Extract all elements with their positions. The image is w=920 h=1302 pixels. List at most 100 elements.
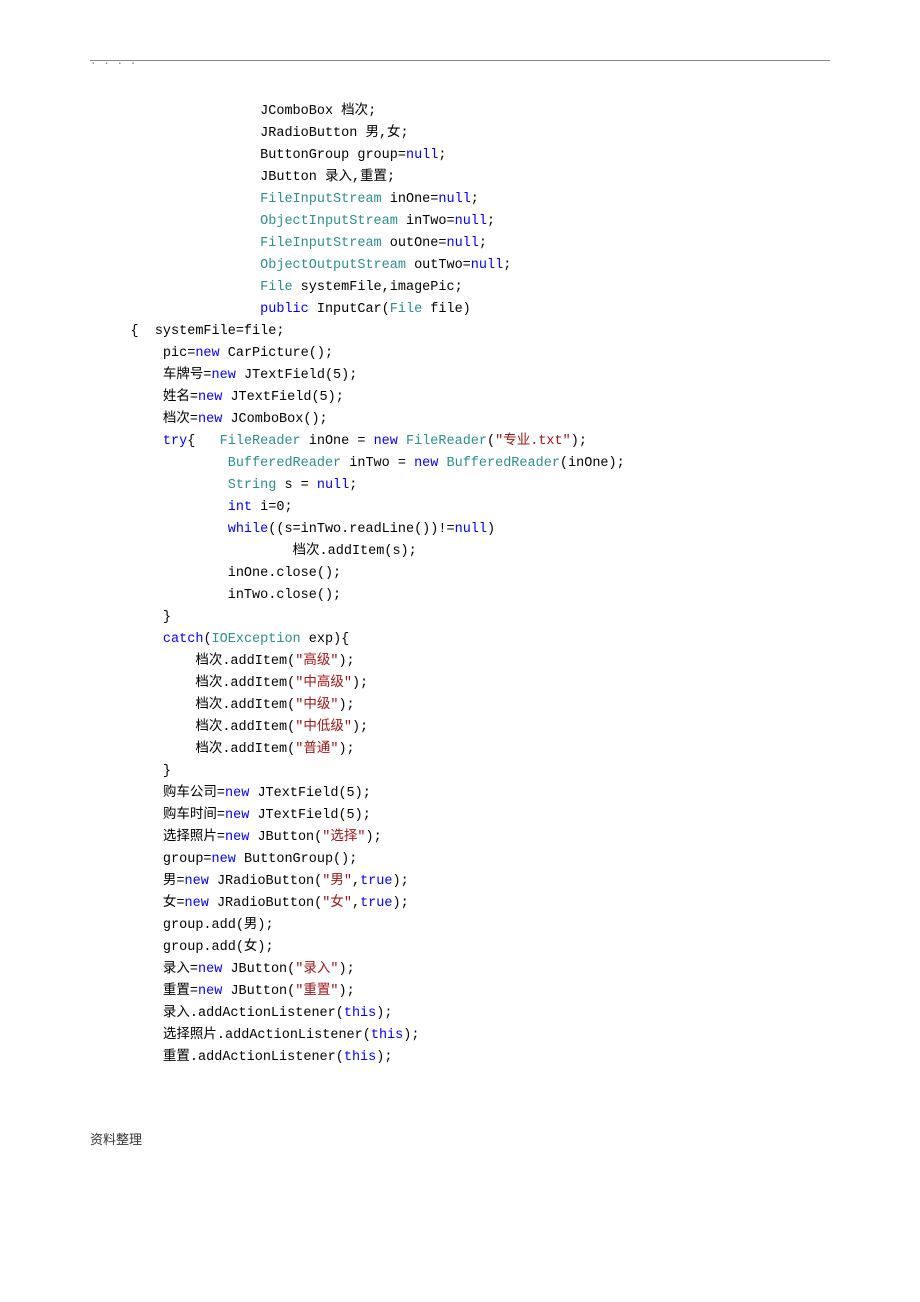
code-line: group=new ButtonGroup(); bbox=[90, 852, 357, 867]
token-type: File bbox=[390, 302, 422, 317]
code-line: BufferedReader inTwo = new BufferedReade… bbox=[90, 456, 625, 471]
code-line: JButton 录入,重置; bbox=[90, 170, 395, 185]
code-line: } bbox=[90, 610, 171, 625]
token: inTwo.close(); bbox=[228, 588, 341, 603]
code-line: JRadioButton 男,女; bbox=[90, 126, 409, 141]
code-line: 姓名=new JTextField(5); bbox=[90, 390, 344, 405]
token: inTwo = bbox=[341, 456, 414, 471]
token: , bbox=[352, 896, 360, 911]
token: JRadioButton( bbox=[209, 896, 322, 911]
token: s = bbox=[276, 478, 317, 493]
token: ); bbox=[376, 1006, 392, 1021]
code-line: { systemFile=file; bbox=[90, 324, 284, 339]
code-line: ObjectInputStream inTwo=null; bbox=[90, 214, 495, 229]
footer-text: 资料整理 bbox=[90, 1129, 830, 1148]
code-line: 档次.addItem("中级"); bbox=[90, 698, 355, 713]
token: outTwo= bbox=[406, 258, 471, 273]
code-block: JComboBox 档次; JRadioButton 男,女; ButtonGr… bbox=[90, 101, 830, 1069]
code-line: 档次.addItem("普通"); bbox=[90, 742, 355, 757]
token-kw: this bbox=[371, 1028, 403, 1043]
token: 档次.addItem( bbox=[195, 720, 295, 735]
code-line: 女=new JRadioButton("女",true); bbox=[90, 896, 409, 911]
token: JButton( bbox=[249, 830, 322, 845]
token-kw: new bbox=[198, 984, 222, 999]
token: ( bbox=[203, 632, 211, 647]
code-line: ObjectOutputStream outTwo=null; bbox=[90, 258, 511, 273]
token-kw: new bbox=[212, 852, 236, 867]
token: , bbox=[352, 874, 360, 889]
token-type: FileReader bbox=[406, 434, 487, 449]
token-type: FileInputStream bbox=[260, 192, 382, 207]
token: i=0; bbox=[252, 500, 293, 515]
token: systemFile,imagePic; bbox=[293, 280, 463, 295]
token: 档次.addItem( bbox=[195, 698, 295, 713]
token: group.add(男); bbox=[163, 918, 274, 933]
code-line: inTwo.close(); bbox=[90, 588, 341, 603]
token: 姓名= bbox=[163, 390, 198, 405]
token-str: "高级" bbox=[295, 654, 338, 669]
code-line: 档次=new JComboBox(); bbox=[90, 412, 328, 427]
token-kw: new bbox=[198, 962, 222, 977]
code-line: 选择照片=new JButton("选择"); bbox=[90, 830, 382, 845]
code-line: String s = null; bbox=[90, 478, 357, 493]
token-str: "专业.txt" bbox=[495, 434, 571, 449]
header-rule: . . . . bbox=[90, 60, 830, 61]
token-kw: null bbox=[438, 192, 470, 207]
code-line: inOne.close(); bbox=[90, 566, 341, 581]
code-line: FileInputStream inOne=null; bbox=[90, 192, 479, 207]
token: 选择照片= bbox=[163, 830, 225, 845]
token: JRadioButton 男,女; bbox=[260, 126, 409, 141]
token: JButton( bbox=[222, 984, 295, 999]
token-str: "重置" bbox=[295, 984, 338, 999]
token-kw: this bbox=[344, 1050, 376, 1065]
code-line: try{ FileReader inOne = new FileReader("… bbox=[90, 434, 587, 449]
code-line: 档次.addItem("中高级"); bbox=[90, 676, 368, 691]
token-kw: try bbox=[163, 434, 187, 449]
token: 购车时间= bbox=[163, 808, 225, 823]
token-type: ObjectOutputStream bbox=[260, 258, 406, 273]
code-line: } bbox=[90, 764, 171, 779]
token: ); bbox=[376, 1050, 392, 1065]
token: ); bbox=[352, 720, 368, 735]
code-line: public InputCar(File file) bbox=[90, 302, 471, 317]
token: ); bbox=[403, 1028, 419, 1043]
token: 档次= bbox=[163, 412, 198, 427]
token: (inOne); bbox=[560, 456, 625, 471]
token: pic= bbox=[163, 346, 195, 361]
code-line: 录入=new JButton("录入"); bbox=[90, 962, 355, 977]
token: 购车公司= bbox=[163, 786, 225, 801]
token-type: BufferedReader bbox=[228, 456, 341, 471]
token bbox=[438, 456, 446, 471]
token: 档次.addItem( bbox=[195, 676, 295, 691]
code-line: 档次.addItem("中低级"); bbox=[90, 720, 368, 735]
code-line: catch(IOException exp){ bbox=[90, 632, 349, 647]
token-type: File bbox=[260, 280, 292, 295]
code-line: int i=0; bbox=[90, 500, 293, 515]
code-line: 重置=new JButton("重置"); bbox=[90, 984, 355, 999]
token: 档次.addItem( bbox=[195, 654, 295, 669]
token-str: "普通" bbox=[295, 742, 338, 757]
token: 选择照片.addActionListener( bbox=[163, 1028, 371, 1043]
token-kw: new bbox=[414, 456, 438, 471]
token-kw: null bbox=[455, 522, 487, 537]
token: ; bbox=[438, 148, 446, 163]
code-line: while((s=inTwo.readLine())!=null) bbox=[90, 522, 495, 537]
code-line: FileInputStream outOne=null; bbox=[90, 236, 487, 251]
token-kw: true bbox=[360, 896, 392, 911]
token bbox=[398, 434, 406, 449]
token: ; bbox=[479, 236, 487, 251]
token: { bbox=[187, 434, 219, 449]
token: ( bbox=[487, 434, 495, 449]
token-kw: catch bbox=[163, 632, 204, 647]
token-kw: new bbox=[212, 368, 236, 383]
token: ; bbox=[349, 478, 357, 493]
token: inOne.close(); bbox=[228, 566, 341, 581]
token: file) bbox=[422, 302, 471, 317]
code-line: 男=new JRadioButton("男",true); bbox=[90, 874, 409, 889]
token: 车牌号= bbox=[163, 368, 212, 383]
token: ButtonGroup(); bbox=[236, 852, 358, 867]
document-page: . . . . JComboBox 档次; JRadioButton 男,女; … bbox=[0, 0, 920, 1188]
token: inTwo= bbox=[398, 214, 455, 229]
token-kw: true bbox=[360, 874, 392, 889]
token: { systemFile=file; bbox=[131, 324, 285, 339]
